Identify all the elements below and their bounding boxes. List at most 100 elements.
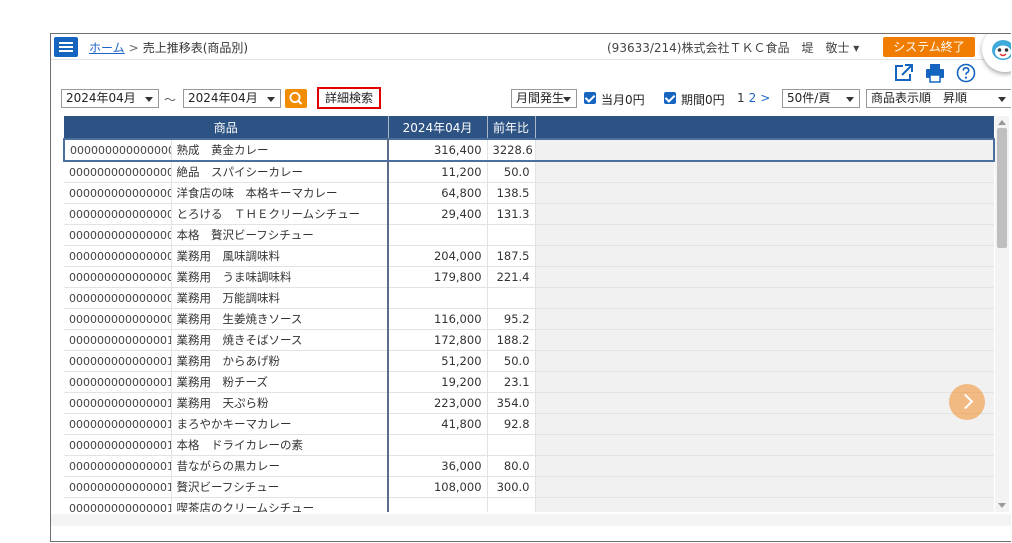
yoy-ratio-cell: 23.1 — [487, 371, 536, 393]
per-page-select[interactable]: 50件/頁 — [782, 89, 860, 108]
table-row[interactable]: 0000000000000017 贅沢ビーフシチュー 108,000 300.0 — [64, 476, 994, 498]
table-row[interactable]: 0000000000000004 とろける ＴＨＥクリームシチュー 29,400 13… — [64, 203, 994, 225]
amount-cell — [388, 497, 488, 512]
table-row[interactable]: 0000000000000015 本格 ドライカレーの素 — [64, 434, 994, 456]
page-2-link[interactable]: 2 — [749, 91, 757, 105]
next-page-link[interactable]: > — [760, 91, 770, 105]
column-header-yoy[interactable]: 前年比 — [487, 116, 536, 139]
empty-cell — [535, 434, 994, 456]
table-row[interactable]: 0000000000000006 業務用 風味調味料 204,000 187.5 — [64, 245, 994, 267]
table-row[interactable]: 0000000000000003 洋食店の味 本格キーマカレー 64,800 138.… — [64, 182, 994, 204]
table-row[interactable]: 0000000000000014 まろやかキーマカレー 41,800 92.8 — [64, 413, 994, 435]
empty-cell — [535, 203, 994, 225]
search-button[interactable] — [285, 89, 307, 108]
table-row[interactable]: 0000000000000011 業務用 からあげ粉 51,200 50.0 — [64, 350, 994, 372]
yoy-ratio-cell: 131.3 — [487, 203, 536, 225]
empty-cell — [535, 287, 994, 309]
amount-cell: 116,000 — [388, 308, 488, 330]
product-name-cell: とろける ＴＨＥクリームシチュー — [171, 203, 390, 225]
table-row[interactable]: 0000000000000012 業務用 粉チーズ 19,200 23.1 — [64, 371, 994, 393]
table-row[interactable]: 0000000000000008 業務用 万能調味料 — [64, 287, 994, 309]
amount-cell: 204,000 — [388, 245, 488, 267]
amount-cell: 172,800 — [388, 329, 488, 351]
table-row[interactable]: 0000000000000016 昔ながらの黒カレー 36,000 80.0 — [64, 455, 994, 477]
empty-cell — [535, 371, 994, 393]
table-row[interactable]: 0000000000000001 熟成 黄金カレー 316,400 3228.6 — [63, 138, 995, 162]
product-code-cell: 0000000000000015 — [64, 434, 172, 456]
yoy-ratio-cell — [487, 224, 536, 246]
scrollbar-thumb[interactable] — [997, 128, 1007, 248]
table-row[interactable]: 0000000000000007 業務用 うま味調味料 179,800 221.4 — [64, 266, 994, 288]
month-zero-checkbox[interactable] — [584, 92, 596, 104]
product-name-cell: 業務用 焼きそばソース — [171, 329, 390, 351]
product-code-cell: 0000000000000010 — [64, 329, 172, 351]
utility-icons — [893, 62, 983, 84]
product-name-cell: 業務用 生姜焼きソース — [171, 308, 390, 330]
table-row[interactable]: 0000000000000005 本格 贅沢ビーフシチュー — [64, 224, 994, 246]
product-name-cell: 業務用 うま味調味料 — [171, 266, 390, 288]
occurrence-select[interactable]: 月間発生 — [511, 89, 577, 108]
product-code-cell: 0000000000000018 — [64, 497, 172, 512]
product-code-cell: 0000000000000008 — [64, 287, 172, 309]
product-code-cell: 0000000000000017 — [64, 476, 172, 498]
system-exit-button[interactable]: システム終了 — [883, 37, 975, 57]
breadcrumb-home-link[interactable]: ホーム — [89, 41, 125, 55]
amount-cell: 36,000 — [388, 455, 488, 477]
chevron-down-icon — [563, 97, 571, 102]
table-row[interactable]: 0000000000000009 業務用 生姜焼きソース 116,000 95.2 — [64, 308, 994, 330]
yoy-ratio-cell: 300.0 — [487, 476, 536, 498]
table-row[interactable]: 0000000000000010 業務用 焼きそばソース 172,800 188.2 — [64, 329, 994, 351]
assistant-avatar[interactable] — [982, 34, 1011, 72]
question-circle-icon[interactable] — [955, 62, 977, 84]
table-row[interactable]: 0000000000000018 喫茶店のクリームシチュー — [64, 497, 994, 512]
column-header-product[interactable]: 商品 — [64, 116, 389, 139]
product-name-cell: 業務用 風味調味料 — [171, 245, 390, 267]
empty-cell — [535, 161, 994, 183]
printer-icon[interactable] — [924, 62, 946, 84]
external-link-icon[interactable] — [893, 62, 915, 84]
amount-cell — [388, 434, 488, 456]
table-row[interactable]: 0000000000000002 絶品 スパイシーカレー 11,200 50.0 — [64, 161, 994, 183]
empty-cell — [535, 224, 994, 246]
amount-cell: 29,400 — [388, 203, 488, 225]
product-name-cell: 喫茶店のクリームシチュー — [171, 497, 390, 512]
chevron-down-icon — [846, 97, 854, 102]
column-header-month[interactable]: 2024年04月 — [388, 116, 488, 139]
yoy-ratio-cell: 187.5 — [487, 245, 536, 267]
toolbar: 2024年04月 ～ 2024年04月 詳細検索 月間発生 当月0円 期間0円 … — [51, 87, 1011, 113]
amount-cell: 19,200 — [388, 371, 488, 393]
product-code-cell: 0000000000000001 — [63, 138, 172, 162]
period-zero-checkbox[interactable] — [664, 92, 676, 104]
company-user-menu[interactable]: (93633/214)株式会社ＴＫＣ食品 堤 敬士 ▾ — [607, 39, 859, 56]
scroll-up-icon[interactable] — [998, 120, 1006, 125]
scroll-down-icon[interactable] — [998, 503, 1006, 508]
from-month-select[interactable]: 2024年04月 — [61, 89, 159, 108]
horizontal-scrollbar[interactable] — [51, 514, 1011, 526]
chevron-right-icon[interactable] — [949, 384, 985, 420]
empty-cell — [535, 350, 994, 372]
page-title: 売上推移表(商品別) — [142, 41, 249, 55]
product-code-cell: 0000000000000002 — [64, 161, 172, 183]
empty-cell — [535, 392, 994, 414]
empty-cell — [535, 497, 994, 512]
amount-cell: 64,800 — [388, 182, 488, 204]
search-icon — [289, 92, 303, 105]
product-name-cell: 業務用 粉チーズ — [171, 371, 390, 393]
table-row[interactable]: 0000000000000013 業務用 天ぷら粉 223,000 354.0 — [64, 392, 994, 414]
column-header-empty — [535, 116, 994, 139]
amount-cell: 41,800 — [388, 413, 488, 435]
vertical-scrollbar[interactable] — [995, 116, 1009, 512]
product-code-cell: 0000000000000014 — [64, 413, 172, 435]
to-month-select[interactable]: 2024年04月 — [183, 89, 281, 108]
yoy-ratio-cell: 50.0 — [487, 161, 536, 183]
empty-cell — [535, 182, 994, 204]
yoy-ratio-cell: 92.8 — [487, 413, 536, 435]
product-code-cell: 0000000000000012 — [64, 371, 172, 393]
from-month-value: 2024年04月 — [66, 91, 136, 105]
product-code-cell: 0000000000000011 — [64, 350, 172, 372]
advanced-search-button[interactable]: 詳細検索 — [317, 87, 381, 109]
sort-order-select[interactable]: 商品表示順 昇順 — [866, 89, 1011, 108]
yoy-ratio-cell: 221.4 — [487, 266, 536, 288]
hamburger-menu-icon[interactable] — [54, 37, 78, 57]
product-code-cell: 0000000000000005 — [64, 224, 172, 246]
